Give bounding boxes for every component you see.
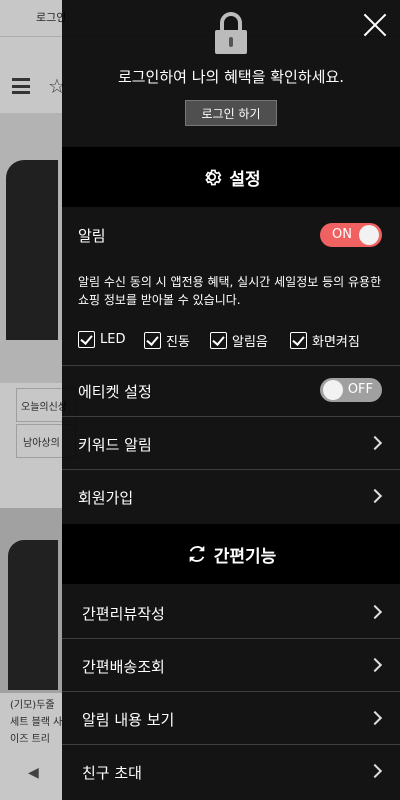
login-message: 로그인하여 나의 혜택을 확인하세요. <box>117 68 345 86</box>
settings-header: 설정 <box>62 147 400 207</box>
etiquette-label: 에티켓 설정 <box>78 383 152 401</box>
checkbox-label: 진동 <box>166 335 190 350</box>
signup-label: 회원가입 <box>78 489 134 507</box>
quick-item-label: 간편리뷰작성 <box>82 605 165 623</box>
checkbox-checked-icon <box>290 332 307 349</box>
checkbox-checked-icon <box>144 332 161 349</box>
keyword-alert-item[interactable]: 키워드 알림 <box>62 417 400 470</box>
vibration-checkbox[interactable]: 진동 <box>144 331 190 350</box>
chevron-right-icon <box>367 657 383 673</box>
quick-functions-header: 간편기능 <box>62 524 400 584</box>
notification-toggle-label: ON <box>332 227 352 242</box>
chevron-right-icon <box>367 488 383 504</box>
sound-checkbox[interactable]: 알림음 <box>210 331 268 350</box>
lock-icon <box>215 12 247 54</box>
toggle-knob <box>323 380 343 400</box>
notification-history-item[interactable]: 알림 내용 보기 <box>62 692 400 745</box>
chevron-right-icon <box>367 435 383 451</box>
refresh-icon <box>189 545 205 563</box>
checkbox-label: 화면켜짐 <box>312 335 360 350</box>
settings-title: 설정 <box>229 169 261 190</box>
invite-friend-item[interactable]: 친구 초대 <box>62 745 400 798</box>
notification-options: LED 진동 알림음 화면켜짐 <box>78 331 390 351</box>
led-checkbox[interactable]: LED <box>78 331 125 348</box>
close-icon[interactable] <box>362 12 388 38</box>
gear-icon <box>205 169 222 186</box>
checkbox-checked-icon <box>78 331 95 348</box>
screen-on-checkbox[interactable]: 화면켜짐 <box>290 331 360 350</box>
etiquette-toggle[interactable]: OFF <box>320 378 382 402</box>
checkbox-label: 알림음 <box>232 335 268 350</box>
notification-label: 알림 <box>78 227 106 245</box>
notification-toggle[interactable]: ON <box>320 223 382 247</box>
quick-review-item[interactable]: 간편리뷰작성 <box>62 586 400 639</box>
chevron-right-icon <box>367 604 383 620</box>
notification-description: 알림 수신 동의 시 앱전용 혜택, 실시간 세일정보 등의 유용한 쇼핑 정보… <box>78 275 382 307</box>
quick-item-label: 친구 초대 <box>82 764 142 782</box>
chevron-right-icon <box>367 763 383 779</box>
etiquette-toggle-label: OFF <box>347 382 373 397</box>
toggle-knob <box>359 225 379 245</box>
quick-delivery-item[interactable]: 간편배송조회 <box>62 639 400 692</box>
keyword-alert-label: 키워드 알림 <box>78 436 152 454</box>
chevron-right-icon <box>367 710 383 726</box>
quick-item-label: 알림 내용 보기 <box>82 711 175 729</box>
checkbox-checked-icon <box>210 332 227 349</box>
login-button[interactable]: 로그인 하기 <box>185 100 277 126</box>
quick-item-label: 간편배송조회 <box>82 658 165 676</box>
divider <box>62 365 400 366</box>
side-drawer: 로그인하여 나의 혜택을 확인하세요. 로그인 하기 설정 알림 ON 알림 수… <box>62 0 400 800</box>
checkbox-label: LED <box>100 332 126 347</box>
signup-item[interactable]: 회원가입 <box>62 470 400 523</box>
quick-functions-title: 간편기능 <box>213 546 277 567</box>
